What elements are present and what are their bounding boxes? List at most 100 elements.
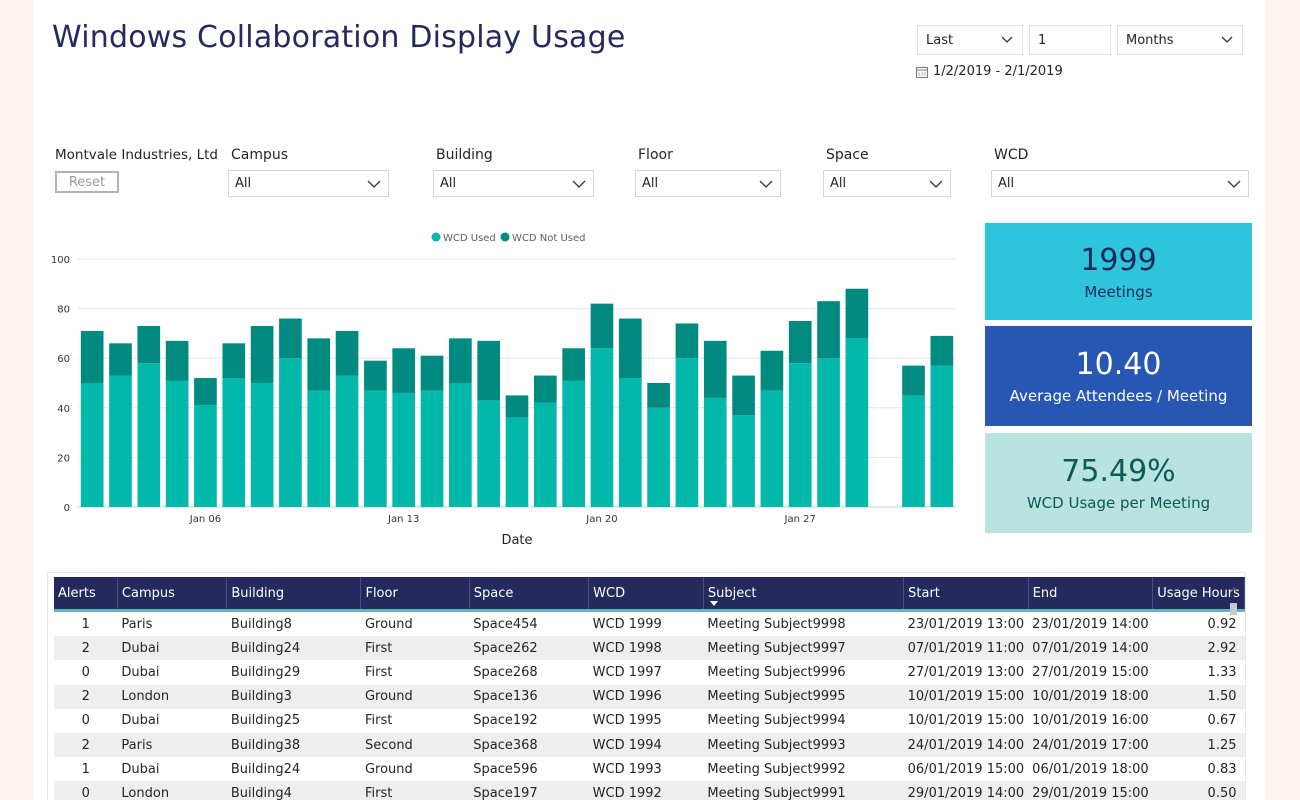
- bar-wcd-not-used: [618, 318, 642, 379]
- bar-wcd-not-used: [562, 348, 585, 381]
- table-row[interactable]: 2 Paris Building38 Second Space368 WCD 1994 Me…: [54, 732, 1245, 758]
- chevron-down-icon: [1221, 36, 1233, 43]
- floor-slicer[interactable]: All: [635, 170, 781, 197]
- cell-campus: Paris: [117, 732, 227, 758]
- col-header-end[interactable]: End: [1028, 577, 1154, 609]
- col-header-wcd[interactable]: WCD: [588, 577, 704, 609]
- floor-label: Floor: [638, 147, 673, 163]
- meetings-table: Alerts Campus Building Floor Space WCD S…: [47, 572, 1246, 800]
- cell-building: Building4: [226, 781, 361, 800]
- col-header-building[interactable]: Building: [226, 577, 362, 609]
- cell-campus: Dubai: [117, 636, 227, 661]
- date-mode-dropdown[interactable]: Last: [917, 25, 1023, 55]
- cell-space: Space262: [469, 636, 589, 661]
- cell-campus: Dubai: [121, 761, 160, 777]
- bar-wcd-used: [335, 375, 359, 507]
- col-header-space[interactable]: Space: [469, 577, 590, 609]
- legend-label: WCD Not Used: [512, 233, 585, 244]
- y-tick-label: 100: [51, 255, 70, 266]
- bar-wcd-used: [165, 380, 189, 507]
- cell-alerts: 0: [54, 781, 118, 800]
- table-row[interactable]: 2 Dubai Building24 First Space262 WCD 1998 Mee…: [54, 636, 1245, 661]
- x-tick-label: Jan 06: [189, 514, 221, 525]
- col-header-campus[interactable]: Campus: [117, 577, 228, 609]
- cell-building: Building38: [226, 732, 361, 758]
- reset-button[interactable]: Reset: [55, 171, 119, 193]
- cell-wcd: WCD 1999: [592, 616, 662, 632]
- cell-building: Building24: [226, 636, 361, 661]
- kpi-usage-card: 75.49% WCD Usage per Meeting: [985, 433, 1252, 533]
- legend-marker: [500, 232, 510, 242]
- space-slicer[interactable]: All: [823, 170, 951, 197]
- wcd-value: All: [998, 176, 1015, 191]
- y-tick-label: 20: [57, 453, 70, 464]
- scroll-up-icon[interactable]: [1229, 585, 1239, 595]
- bar-wcd-not-used: [392, 348, 416, 393]
- date-count-input[interactable]: 1: [1029, 25, 1111, 55]
- bar-wcd-not-used: [732, 375, 755, 416]
- bar-wcd-not-used: [250, 325, 274, 383]
- scroll-thumb[interactable]: [1230, 603, 1237, 615]
- table-scrollbar[interactable]: [1229, 581, 1239, 800]
- bar-wcd-used: [788, 363, 812, 507]
- table-row[interactable]: 1 Paris Building8 Ground Space454 WCD 1999 Mee…: [54, 612, 1245, 636]
- cell-floor: Second: [360, 732, 470, 758]
- bar-wcd-used: [817, 358, 840, 507]
- cell-space: Space368: [469, 732, 589, 758]
- cell-building: Building8: [230, 616, 292, 632]
- kpi-attendees-value: 10.40: [1075, 347, 1162, 382]
- bar-wcd-used: [703, 397, 727, 507]
- bar-wcd-used: [279, 358, 302, 507]
- table-row[interactable]: 0 Dubai Building29 First Space268 WCD 1997 Mee…: [54, 660, 1245, 684]
- cell-wcd: WCD 1993: [592, 761, 662, 777]
- date-unit-dropdown[interactable]: Months: [1117, 25, 1243, 55]
- bar-wcd-not-used: [279, 318, 302, 359]
- cell-building: Building25: [230, 713, 301, 729]
- cell-space: Space596: [473, 761, 538, 777]
- table-row[interactable]: 1 Dubai Building24 Ground Space596 WCD 1993 Me…: [54, 757, 1245, 781]
- bar-wcd-not-used: [647, 383, 670, 408]
- bar-wcd-not-used: [449, 338, 472, 383]
- bar-wcd-used: [732, 415, 755, 507]
- cell-end: 23/01/2019 14:00: [1032, 616, 1149, 632]
- bar-wcd-not-used: [335, 330, 359, 376]
- bar-wcd-used: [902, 395, 925, 507]
- col-header-subject[interactable]: Subject: [703, 577, 905, 609]
- legend-label: WCD Used: [443, 233, 496, 244]
- col-header-floor[interactable]: Floor: [360, 577, 470, 609]
- cell-alerts: 2: [54, 684, 118, 709]
- wcd-slicer[interactable]: All: [991, 170, 1249, 197]
- building-slicer[interactable]: All: [433, 170, 594, 197]
- cell-floor: Ground: [364, 616, 413, 632]
- col-header-alerts[interactable]: Alerts: [54, 577, 118, 609]
- x-tick-label: Jan 27: [784, 514, 816, 525]
- kpi-meetings-label: Meetings: [1084, 282, 1153, 301]
- campus-slicer[interactable]: All: [228, 170, 389, 197]
- date-range[interactable]: 1/2/2019 - 2/1/2019: [916, 64, 1063, 79]
- kpi-attendees-label: Average Attendees / Meeting: [1009, 387, 1228, 405]
- building-value: All: [440, 176, 457, 191]
- cell-start: 23/01/2019 13:00: [907, 616, 1025, 632]
- y-tick-label: 80: [57, 305, 70, 316]
- cell-end: 07/01/2019 14:00: [1028, 636, 1153, 661]
- cell-end: 27/01/2019 15:00: [1032, 664, 1149, 680]
- building-label: Building: [436, 147, 493, 163]
- table-row[interactable]: 0 London Building4 First Space197 WCD 1992 Mee…: [54, 781, 1245, 800]
- bar-wcd-not-used: [420, 355, 444, 391]
- bar-wcd-used: [307, 390, 331, 507]
- cell-end: 29/01/2019 15:00: [1028, 781, 1153, 800]
- col-header-start[interactable]: Start: [903, 577, 1029, 609]
- bar-wcd-not-used: [307, 338, 331, 391]
- bar-wcd-used: [392, 392, 416, 507]
- table-row[interactable]: 2 London Building3 Ground Space136 WCD 1996 Me…: [54, 684, 1245, 709]
- y-tick-label: 0: [64, 503, 70, 514]
- y-tick-label: 40: [57, 404, 70, 415]
- bar-wcd-not-used: [902, 365, 925, 396]
- date-range-text: 1/2/2019 - 2/1/2019: [933, 64, 1063, 79]
- bar-wcd-used: [477, 400, 501, 507]
- table-header-row: Alerts Campus Building Floor Space WCD S…: [54, 577, 1245, 609]
- date-unit-value: Months: [1126, 32, 1174, 48]
- table-row[interactable]: 0 Dubai Building25 First Space192 WCD 1995 Mee…: [54, 709, 1245, 733]
- bar-wcd-not-used: [675, 323, 699, 359]
- cell-subject: Meeting Subject9997: [703, 636, 904, 661]
